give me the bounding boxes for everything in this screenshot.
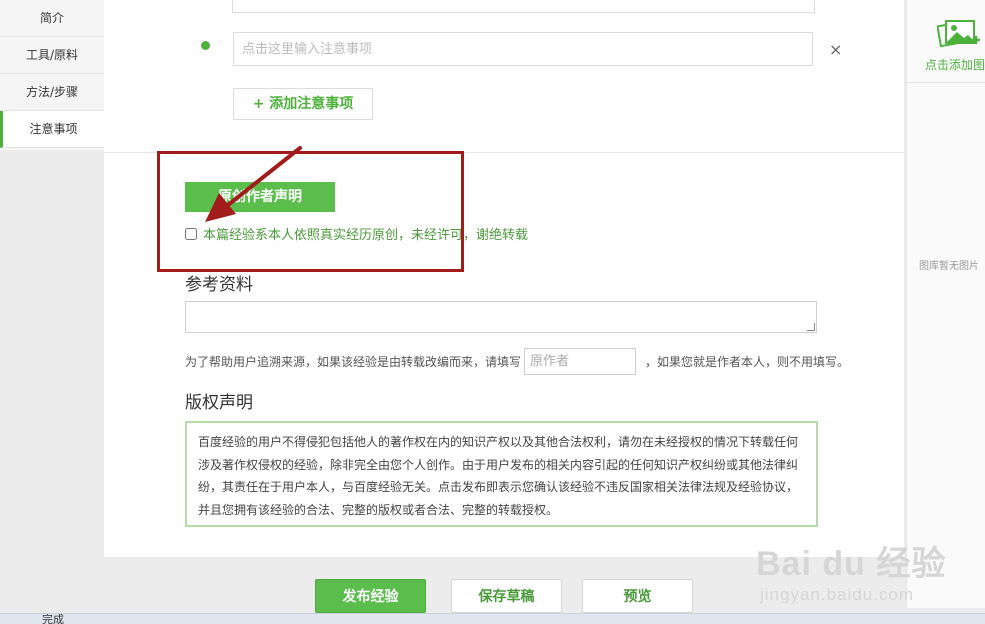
references-help-text-after: ，如果您就是作者本人，则不用填写。 [645,355,850,369]
add-note-button[interactable]: + 添加注意事项 [233,88,373,120]
sidebar-item-intro[interactable]: 简介 [0,0,104,37]
previous-note-field[interactable] [232,0,815,13]
references-title: 参考资料 [185,275,253,295]
status-bar: 完成 [0,613,985,624]
add-image-icon[interactable] [936,18,981,56]
notes-section: × + 添加注意事项 [104,0,904,153]
add-image-label[interactable]: 点击添加图片 [925,56,985,73]
sidebar-item-notes[interactable]: 注意事项 [0,111,104,148]
resize-handle-icon[interactable] [807,323,815,331]
preview-button[interactable]: 预览 [582,579,693,613]
image-library-panel: 点击添加图片 图库暂无图片 [906,0,985,608]
original-declaration-row[interactable]: 本篇经验系本人依照真实经历原创，未经许可，谢绝转载 [185,224,528,243]
copyright-title: 版权声明 [185,393,253,413]
original-checkbox-label: 本篇经验系本人依照真实经历原创，未经许可，谢绝转载 [203,228,529,243]
sidebar-item-tools[interactable]: 工具/原料 [0,37,104,74]
close-icon[interactable]: × [829,40,842,59]
copyright-notice: 百度经验的用户不得侵犯包括他人的著作权在内的知识产权以及其他合法权利，请勿在未经… [185,421,818,527]
references-textarea[interactable] [185,301,817,333]
publish-button[interactable]: 发布经验 [315,579,426,613]
library-empty-text: 图库暂无图片 [919,261,979,272]
original-author-input[interactable] [524,348,636,375]
editor-card: × + 添加注意事项 原创作者声明 本篇经验系本人依照真实经历原创，未经许可，谢… [104,0,904,557]
original-checkbox[interactable] [185,227,197,240]
add-image-area[interactable]: 点击添加图片 [907,0,985,83]
sidebar-item-steps[interactable]: 方法/步骤 [0,74,104,111]
references-help-text: 为了帮助用户追溯来源，如果该经验是由转载改编而来，请填写 [185,355,522,369]
bullet-dot-icon [201,41,210,50]
save-draft-button[interactable]: 保存草稿 [451,579,562,613]
sidebar-nav: 简介 工具/原料 方法/步骤 注意事项 [0,0,105,150]
note-input[interactable] [233,32,813,66]
original-author-button[interactable]: 原创作者声明 [185,182,335,212]
